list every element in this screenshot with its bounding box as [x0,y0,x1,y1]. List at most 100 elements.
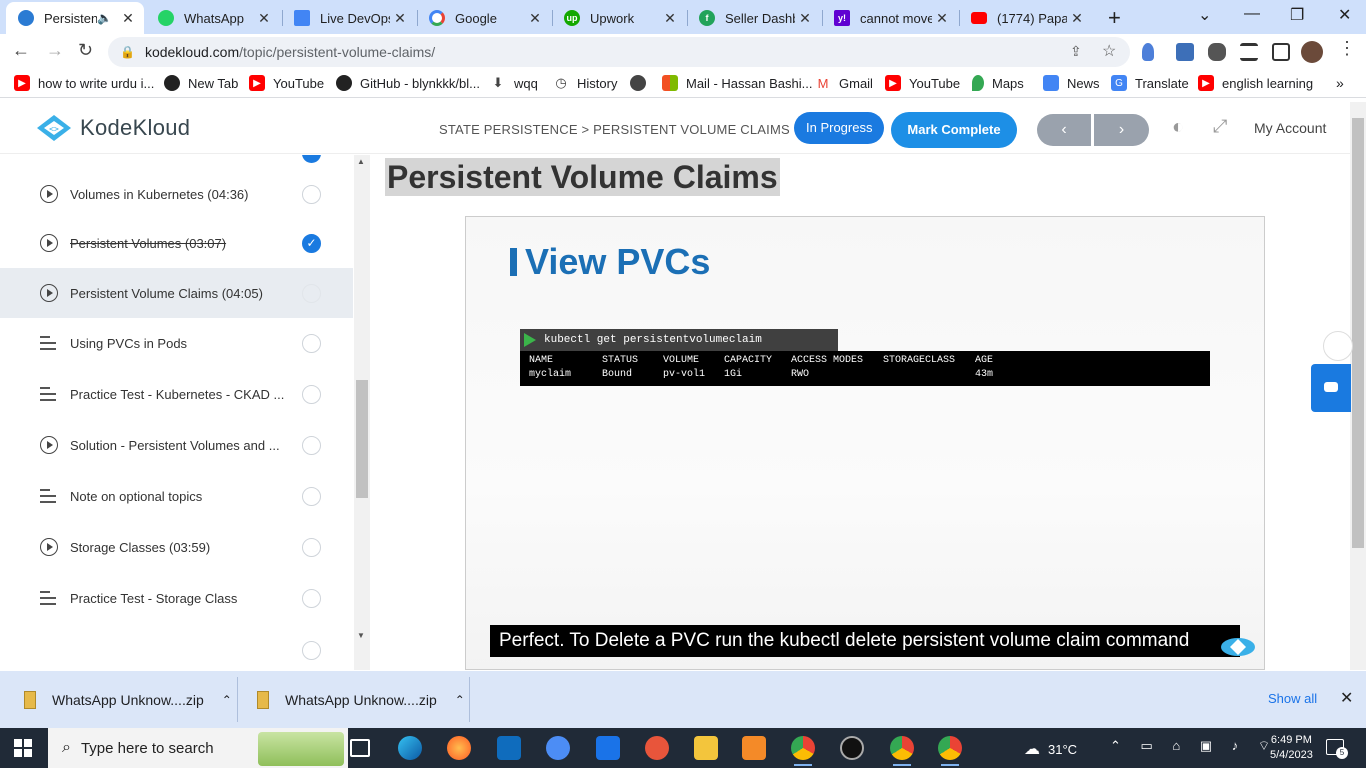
tab-upwork[interactable]: up Upwork ✕ [552,2,686,34]
chrome-profile-icon[interactable] [890,736,914,766]
forward-icon[interactable]: → [46,40,64,61]
close-tab-icon[interactable]: ✕ [932,10,952,27]
download-item[interactable]: WhatsApp Unknow....zip ⌃ [257,671,465,728]
incomplete-circle-icon[interactable] [302,283,321,303]
mark-complete-button[interactable]: Mark Complete [891,112,1017,148]
reload-icon[interactable]: ↻ [78,40,93,61]
download-item[interactable]: WhatsApp Unknow....zip ⌃ [24,671,232,728]
back-icon[interactable]: ← [12,40,30,61]
phone-link-icon[interactable] [546,736,570,760]
bookmark-item[interactable]: ▶ english learning [1198,75,1313,91]
lock-icon[interactable]: 🔒 [120,45,135,59]
task-view-icon[interactable] [350,739,370,757]
minimize-icon[interactable]: — [1244,5,1260,23]
close-tab-icon[interactable]: ✕ [1067,10,1087,27]
close-tab-icon[interactable]: ✕ [795,10,815,27]
bookmark-item[interactable]: M Gmail [815,75,873,91]
incomplete-circle-icon[interactable] [302,184,321,204]
lesson-item[interactable]: Persistent Volumes (03:07) ✓ [0,218,353,268]
restore-icon[interactable]: ❐ [1290,5,1304,25]
lesson-item[interactable]: Using PVCs in Pods [0,318,353,368]
my-account-link[interactable]: My Account [1254,120,1326,136]
incomplete-circle-icon[interactable] [302,537,321,557]
tab-google[interactable]: Google ✕ [417,2,551,34]
close-tab-icon[interactable]: ✕ [660,10,680,27]
tab-youtube[interactable]: (1774) Papa J ✕ [959,2,1093,34]
sidebar-scrollbar-thumb[interactable] [356,380,368,498]
new-tab-icon[interactable]: + [1108,5,1121,31]
lesson-item[interactable]: Volumes in Kubernetes (04:36) [0,169,353,219]
bookmark-item[interactable]: ▶ YouTube [885,75,960,91]
scroll-down-arrow-icon[interactable]: ▼ [357,631,365,640]
chrome-icon[interactable] [791,736,815,766]
completed-check-icon[interactable]: ✓ [302,233,321,253]
voice-microphone-icon[interactable] [1323,331,1353,361]
bookmark-item[interactable]: New Tab [164,75,238,91]
firefox-icon[interactable] [447,736,471,760]
incomplete-circle-icon[interactable] [302,588,321,608]
fullscreen-expand-icon[interactable]: ⤢ [1213,116,1227,137]
taskbar-search-box[interactable]: ⌕ Type here to search [48,728,348,768]
bookmark-item[interactable]: ▶ how to write urdu i... [14,75,154,91]
lesson-item-current[interactable]: Persistent Volume Claims (04:05) [0,268,353,318]
file-explorer-icon[interactable] [694,736,718,760]
address-bar[interactable]: 🔒 kodekloud.com/topic/persistent-volume-… [108,37,1130,67]
bookmark-item[interactable]: News [1043,75,1100,91]
page-scrollbar-thumb[interactable] [1352,118,1364,548]
bookmark-item[interactable]: ◷ History [553,75,617,91]
bookmark-star-icon[interactable]: ☆ [1102,41,1116,61]
lesson-item[interactable]: Practice Test - Kubernetes - CKAD ... [0,369,353,419]
share-icon[interactable]: ⇪ [1070,43,1082,60]
close-tab-icon[interactable]: ✕ [525,10,545,27]
microphone-extension-icon[interactable] [1142,43,1154,61]
close-tab-icon[interactable]: ✕ [390,10,410,27]
side-panel-icon[interactable] [1272,43,1290,61]
next-lesson-button[interactable]: › [1094,114,1149,146]
edge-browser-icon[interactable] [398,736,422,760]
chat-support-button[interactable] [1311,364,1351,412]
bookmark-item[interactable]: ▶ YouTube [249,75,324,91]
obs-icon[interactable] [840,736,864,760]
in-progress-badge[interactable]: In Progress [794,112,885,144]
incomplete-circle-icon[interactable] [302,435,321,455]
tab-seller-dashboard[interactable]: f Seller Dashbo ✕ [687,2,821,34]
show-all-downloads-link[interactable]: Show all [1268,691,1317,706]
kodekloud-logo[interactable]: <> KodeKloud [34,114,190,142]
incomplete-circle-icon[interactable] [302,486,321,506]
dark-mode-icon[interactable]: ◐ [1172,116,1184,139]
menu-dots-icon[interactable]: ⋮ [1338,38,1356,59]
tab-cannot-move[interactable]: y! cannot move ✕ [822,2,958,34]
bookmark-item[interactable]: Maps [972,75,1024,91]
lesson-item[interactable]: Practice Test - Storage Class [0,573,353,623]
profile-avatar[interactable] [1301,41,1323,63]
tab-live-devops[interactable]: Live DevOps ✕ [282,2,416,34]
tab-search-chevron-icon[interactable]: ⌄ [1198,5,1211,25]
breadcrumb[interactable]: STATE PERSISTENCE > PERSISTENT VOLUME CL… [439,122,790,137]
close-tab-icon[interactable]: ✕ [254,10,274,27]
chrome-profile-icon[interactable] [938,736,962,766]
speaker-icon[interactable]: 🔈 [97,11,112,25]
app-icon[interactable] [645,736,669,760]
previous-lesson-button[interactable]: ‹ [1037,114,1091,146]
bookmark-item[interactable] [630,75,654,91]
app-settings-icon[interactable] [742,736,766,760]
weather-widget[interactable]: ☁ 31°C [1024,739,1077,759]
chevron-up-icon[interactable]: ⌃ [222,693,232,707]
media-control-icon[interactable] [1240,43,1258,61]
lesson-item[interactable]: Note on optional topics [0,471,353,521]
tab-persistent[interactable]: Persistent 🔈 ✕ [6,2,144,34]
extensions-puzzle-icon[interactable] [1208,43,1226,61]
download-extension-icon[interactable] [1176,43,1194,61]
windows-start-icon[interactable] [14,739,32,757]
incomplete-circle-icon[interactable] [302,384,321,404]
lesson-item[interactable]: Solution - Persistent Volumes and ... [0,420,353,470]
mail-icon[interactable] [596,736,620,760]
tab-whatsapp[interactable]: WhatsApp ✕ [146,2,280,34]
scroll-up-arrow-icon[interactable]: ▲ [357,157,365,166]
bookmarks-overflow-icon[interactable]: » [1336,75,1344,91]
lesson-item[interactable]: Storage Classes (03:59) [0,522,353,572]
close-tab-icon[interactable]: ✕ [118,10,138,27]
bookmark-item[interactable]: Mail - Hassan Bashi... [662,75,812,91]
system-tray-icons[interactable]: ⌃ ▭ ⌂ ▣ ♪ ⌔ [1110,738,1278,754]
taskbar-clock[interactable]: 6:49 PM 5/4/2023 [1270,733,1313,763]
